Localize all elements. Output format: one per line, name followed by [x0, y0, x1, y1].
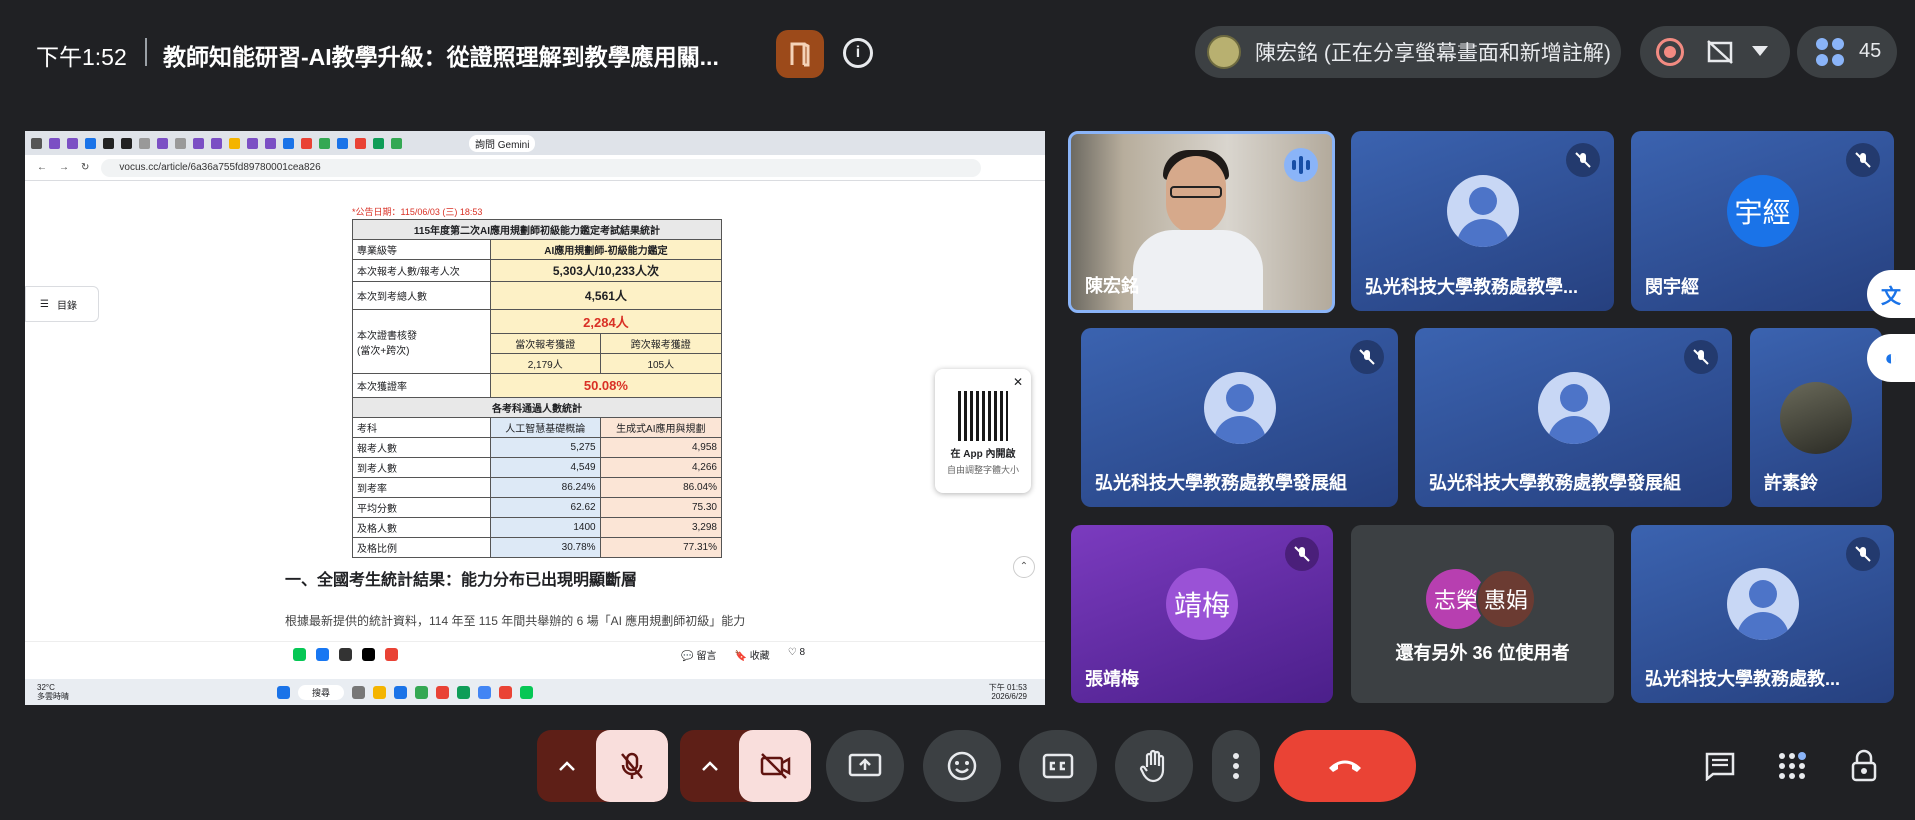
- reactions-button[interactable]: [923, 730, 1001, 802]
- mic-control-group[interactable]: [537, 730, 668, 802]
- more-vert-icon: [1233, 753, 1239, 779]
- like-button[interactable]: ♡ 8: [788, 647, 805, 662]
- publish-date: *公告日期：115/06/03 (三) 18:53: [352, 207, 483, 217]
- extension-icon[interactable]: ◐: [1867, 334, 1915, 382]
- initials-avatar: 靖梅: [1166, 568, 1238, 640]
- participant-tile[interactable]: 弘光科技大學教務處教學發展組: [1415, 328, 1732, 507]
- breakout-room-button[interactable]: [776, 30, 824, 78]
- initials-avatar: 宇經: [1726, 175, 1799, 247]
- browser-tab-strip[interactable]: 詢問 Gemini: [25, 131, 1045, 155]
- reload-icon[interactable]: ↻: [81, 162, 89, 173]
- people-icon: [1816, 38, 1844, 66]
- windows-start-icon[interactable]: [277, 685, 290, 699]
- captions-icon: [1042, 753, 1074, 779]
- speaking-icon: [1284, 148, 1318, 182]
- others-tile[interactable]: 志榮 惠娟 還有另外 36 位使用者: [1351, 525, 1614, 703]
- participant-tile[interactable]: 弘光科技大學教務處教...: [1631, 525, 1894, 703]
- meeting-info-icon[interactable]: i: [843, 38, 873, 68]
- back-icon[interactable]: ←: [37, 162, 47, 173]
- recording-icon: [1656, 38, 1684, 66]
- profile-photo: [1780, 382, 1852, 454]
- shared-screen: 詢問 Gemini ← → ↻ vocus.cc/article/6a36a755f…: [25, 131, 1045, 705]
- default-avatar-icon: [1537, 371, 1610, 444]
- default-avatar-icon: [1726, 568, 1799, 640]
- taskbar-search[interactable]: 搜尋: [298, 684, 345, 700]
- hang-up-icon: [1329, 760, 1361, 772]
- mic-off-icon: [1350, 340, 1384, 374]
- mic-off-icon: [1285, 537, 1319, 571]
- chevron-down-icon[interactable]: [1752, 46, 1768, 56]
- present-icon: [848, 753, 882, 777]
- present-screen-button[interactable]: [826, 730, 904, 802]
- stats-table: 115年度第二次AI應用規劃師初級能力鑑定考試結果統計 專業級等 AI應用規劃師-…: [352, 219, 723, 558]
- chevron-up-icon[interactable]: [537, 730, 597, 802]
- clock: 下午1:52: [36, 44, 127, 70]
- default-avatar-icon: [1203, 371, 1276, 444]
- host-controls-icon[interactable]: [1846, 748, 1882, 784]
- table-row: 及格比例 30.78% 77.31%: [352, 537, 723, 558]
- presenter-status: 陳宏銘 (正在分享螢幕畫面和新增註解): [1255, 42, 1611, 65]
- table-row: 及格人數 1400 3,298: [352, 517, 723, 538]
- camera-off-icon: [760, 753, 791, 779]
- forward-icon[interactable]: →: [59, 162, 69, 173]
- activities-icon[interactable]: [1774, 748, 1810, 784]
- url-field[interactable]: vocus.cc/article/6a36a755fd89780001cea82…: [101, 158, 982, 177]
- participant-tile[interactable]: 許素鈴: [1750, 328, 1882, 507]
- chat-icon[interactable]: [1702, 748, 1738, 784]
- no-annotation-icon: [1707, 40, 1733, 64]
- collect-button[interactable]: 🔖 收藏: [734, 647, 769, 662]
- article-action-bar: 💬 留言 🔖 收藏 ♡ 8: [25, 641, 1045, 667]
- emoji-icon: [947, 751, 977, 781]
- scroll-top-button[interactable]: ⌃: [1013, 556, 1035, 578]
- open-in-app-popup[interactable]: ✕ 在 App 內開啟 自由調整字體大小: [935, 369, 1031, 493]
- participant-tile-camera[interactable]: 陳宏銘: [1068, 131, 1335, 313]
- table-row: 到考率 86.24% 86.04%: [352, 477, 723, 498]
- participants-button[interactable]: 45: [1797, 26, 1897, 78]
- mic-off-icon: [1566, 143, 1600, 177]
- table-row: 到考人數 4,549 4,266: [352, 457, 723, 478]
- more-options-button[interactable]: [1212, 730, 1260, 802]
- gemini-button[interactable]: 詢問 Gemini: [469, 134, 536, 152]
- participant-tile[interactable]: 宇經 閔宇經: [1631, 131, 1894, 311]
- mic-off-icon: [1684, 340, 1718, 374]
- presenter-pill[interactable]: 陳宏銘 (正在分享螢幕畫面和新增註解): [1195, 26, 1621, 78]
- captions-button[interactable]: [1019, 730, 1097, 802]
- presenter-avatar: [1207, 35, 1241, 69]
- comment-button[interactable]: 💬 留言: [681, 647, 716, 662]
- leave-call-button[interactable]: [1274, 730, 1416, 802]
- table-title: 115年度第二次AI應用規劃師初級能力鑑定考試結果統計: [352, 219, 722, 240]
- meeting-top-bar: 下午1:52 教師知能研習-AI教學升級：從證照理解到教學應用關... i 陳宏…: [0, 0, 1915, 110]
- mic-off-icon: [1846, 143, 1880, 177]
- camera-control-group[interactable]: [680, 730, 811, 802]
- meeting-title: 教師知能研習-AI教學升級：從證照理解到教學應用關...: [163, 44, 719, 70]
- participant-tile[interactable]: 弘光科技大學教務處教學發展組: [1081, 328, 1398, 507]
- weather-widget[interactable]: 32°C 多雲時晴: [37, 683, 69, 701]
- participant-tile[interactable]: 弘光科技大學教務處教學...: [1351, 131, 1614, 311]
- participant-tile[interactable]: 靖梅 張靖梅: [1071, 525, 1333, 703]
- close-icon[interactable]: ✕: [1013, 375, 1023, 389]
- participant-count: 45: [1859, 40, 1882, 62]
- hand-icon: [1139, 749, 1165, 783]
- chevron-up-icon[interactable]: [680, 730, 740, 802]
- recording-controls[interactable]: [1640, 26, 1790, 78]
- initials-avatar: 惠娟: [1476, 569, 1536, 629]
- divider: [145, 38, 147, 66]
- toc-button[interactable]: ☰ 目錄: [25, 286, 99, 322]
- mic-off-icon: [1846, 537, 1880, 571]
- qr-code: [958, 391, 1008, 441]
- translate-icon[interactable]: 文: [1867, 270, 1915, 318]
- raise-hand-button[interactable]: [1115, 730, 1193, 802]
- mic-off-button[interactable]: [596, 730, 668, 802]
- windows-taskbar: 32°C 多雲時晴 搜尋 下午 01:53 2026/6/29: [25, 679, 1045, 705]
- door-icon: [790, 42, 810, 67]
- browser-address-bar[interactable]: ← → ↻ vocus.cc/article/6a36a755fd89780001c…: [25, 155, 1045, 181]
- taskbar-clock: 下午 01:53 2026/6/29: [988, 683, 1027, 701]
- article-heading: 一、全國考生統計結果：能力分布已出現明顯斷層: [285, 572, 638, 589]
- default-avatar-icon: [1446, 175, 1519, 247]
- mic-off-icon: [621, 752, 643, 779]
- table-row: 報考人數 5,275 4,958: [352, 437, 723, 458]
- table-row: 平均分數 62.62 75.30: [352, 497, 723, 518]
- camera-off-button[interactable]: [739, 730, 811, 802]
- article-paragraph: 根據最新提供的統計資料，114 年至 115 年間共舉辦的 6 場「AI 應用規…: [285, 614, 746, 628]
